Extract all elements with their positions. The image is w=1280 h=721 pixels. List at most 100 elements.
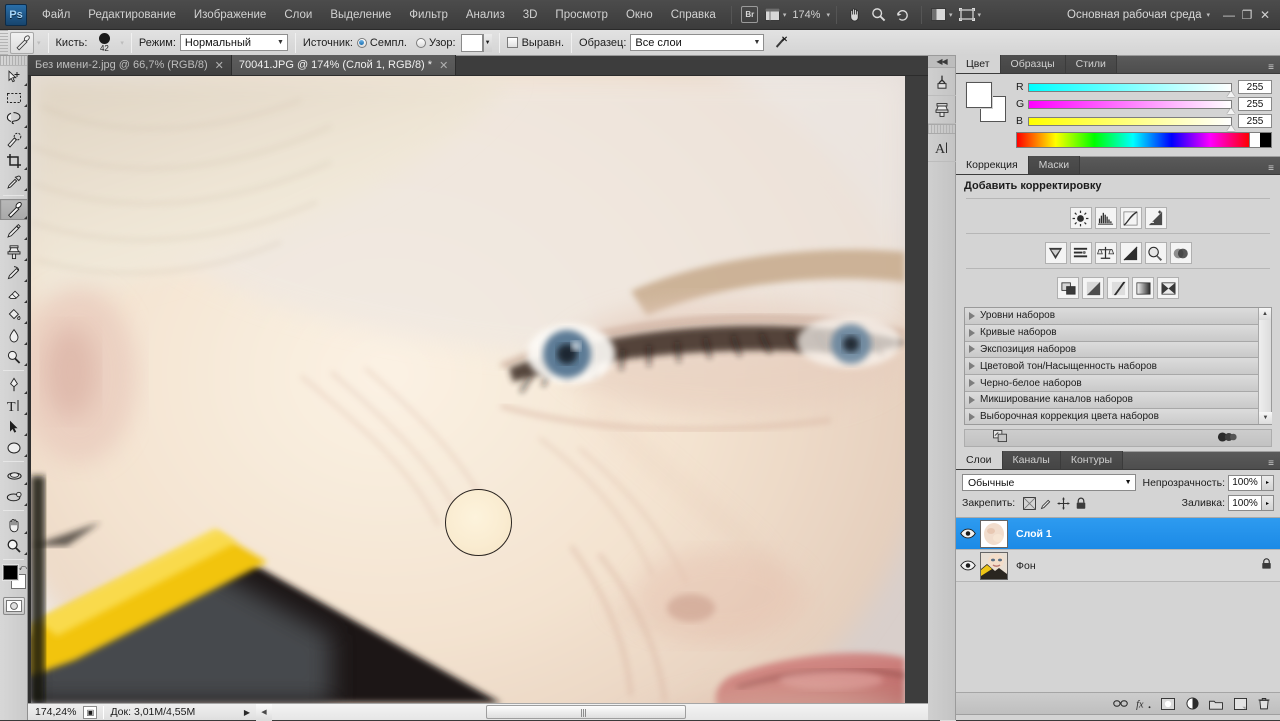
- tool-hand[interactable]: [0, 514, 28, 535]
- lock-transparency-button[interactable]: [1021, 495, 1038, 511]
- menu-help[interactable]: Справка: [662, 5, 725, 25]
- posterize-button[interactable]: [1082, 277, 1104, 299]
- menu-3d[interactable]: 3D: [514, 5, 547, 25]
- menu-filter[interactable]: Фильтр: [400, 5, 457, 25]
- tab-channels[interactable]: Каналы: [1003, 451, 1061, 469]
- menu-window[interactable]: Окно: [617, 5, 662, 25]
- layer-name[interactable]: Слой 1: [1016, 528, 1052, 540]
- pattern-swatch-picker[interactable]: ▼: [461, 34, 492, 52]
- delete-layer-button[interactable]: [1254, 695, 1274, 713]
- arrange-documents-button[interactable]: ▾: [930, 5, 954, 25]
- layer-thumbnail[interactable]: [980, 552, 1008, 580]
- dock-character-button[interactable]: A: [928, 134, 956, 162]
- layer-style-button[interactable]: fx: [1134, 695, 1154, 713]
- view-extras-button[interactable]: ▾: [764, 5, 788, 25]
- preset-selective-color[interactable]: Выборочная коррекция цвета наборов: [965, 409, 1258, 424]
- aligned-checkbox[interactable]: Выравн.: [507, 37, 564, 49]
- close-icon[interactable]: ✕: [439, 59, 448, 72]
- layer-row-1[interactable]: Слой 1: [956, 518, 1280, 550]
- slider-track-r[interactable]: [1028, 83, 1232, 92]
- mode-select[interactable]: Нормальный ▼: [180, 34, 288, 51]
- slider-track-b[interactable]: [1028, 117, 1232, 126]
- source-pattern-radio[interactable]: Узор:: [416, 37, 456, 49]
- document-tab-2[interactable]: 70041.JPG @ 174% (Слой 1, RGB/8) * ✕: [232, 55, 456, 75]
- expand-dock-button[interactable]: ◀◀: [928, 56, 955, 68]
- presets-scrollbar[interactable]: ▲ ▼: [1258, 308, 1271, 424]
- blend-mode-select[interactable]: Обычные ▼: [962, 474, 1136, 491]
- menu-select[interactable]: Выделение: [321, 5, 400, 25]
- preset-levels[interactable]: Уровни наборов: [965, 308, 1258, 325]
- horizontal-scroll-thumb[interactable]: [486, 705, 686, 719]
- channel-value-g[interactable]: 255: [1238, 97, 1272, 111]
- gradient-map-button[interactable]: [1132, 277, 1154, 299]
- fill-value[interactable]: 100%: [1228, 495, 1262, 511]
- tab-adjustments[interactable]: Коррекция: [956, 156, 1029, 174]
- vibrance-button[interactable]: [1045, 242, 1067, 264]
- hand-tool-button[interactable]: [845, 5, 865, 25]
- close-icon[interactable]: ✕: [215, 59, 224, 72]
- tool-blur[interactable]: [0, 325, 28, 346]
- invert-button[interactable]: [1057, 277, 1079, 299]
- tool-marquee[interactable]: [0, 87, 28, 108]
- tool-eraser[interactable]: [0, 283, 28, 304]
- preset-channel-mixer[interactable]: Микширование каналов наборов: [965, 392, 1258, 409]
- channel-value-b[interactable]: 255: [1238, 114, 1272, 128]
- slider-knob-b[interactable]: [1227, 125, 1235, 131]
- tab-paths[interactable]: Контуры: [1061, 451, 1123, 469]
- document-tab-1[interactable]: Без имени-2.jpg @ 66,7% (RGB/8) ✕: [28, 55, 232, 75]
- brush-chevron-down-icon[interactable]: ▾: [120, 39, 124, 47]
- tab-styles[interactable]: Стили: [1066, 55, 1117, 73]
- tool-dodge[interactable]: [0, 346, 28, 367]
- opacity-value[interactable]: 100%: [1228, 475, 1262, 491]
- tool-clone-stamp[interactable]: [0, 241, 28, 262]
- photo-filter-button[interactable]: [1145, 242, 1167, 264]
- menu-analysis[interactable]: Анализ: [457, 5, 514, 25]
- foreground-color-swatch[interactable]: [3, 565, 18, 580]
- opacity-stepper-icon[interactable]: ▸: [1262, 475, 1274, 491]
- fill-stepper-icon[interactable]: ▸: [1262, 495, 1274, 511]
- color-panel-foreground-swatch[interactable]: [966, 82, 992, 108]
- menu-file[interactable]: Файл: [33, 5, 79, 25]
- tab-masks[interactable]: Маски: [1029, 156, 1080, 174]
- toolbox-grip[interactable]: [0, 56, 27, 66]
- tool-brush[interactable]: [0, 220, 28, 241]
- tool-3d-rotate[interactable]: [0, 465, 28, 486]
- quick-mask-button[interactable]: [3, 597, 25, 615]
- sample-select[interactable]: Все слои ▼: [630, 34, 764, 51]
- image-viewport[interactable]: [31, 76, 905, 703]
- canvas-horizontal-scrollbar[interactable]: ◀ ▶: [256, 703, 956, 720]
- black-white-button[interactable]: [1120, 242, 1142, 264]
- swap-colors-icon[interactable]: ⤺: [18, 563, 27, 573]
- adjustment-presets-list[interactable]: Уровни наборов Кривые наборов Экспозиция…: [964, 307, 1272, 425]
- color-panel-swatches[interactable]: [966, 82, 1006, 122]
- zoom-chevron-down-icon[interactable]: ▾: [826, 11, 830, 19]
- restore-button[interactable]: ❐: [1238, 7, 1256, 23]
- dock-history-button[interactable]: [928, 68, 956, 96]
- curves-button[interactable]: [1120, 207, 1142, 229]
- tab-color[interactable]: Цвет: [956, 55, 1001, 73]
- workspace-chevron-down-icon[interactable]: ▾: [1206, 11, 1210, 19]
- slider-knob-r[interactable]: [1227, 91, 1235, 97]
- tool-type[interactable]: T: [0, 395, 28, 416]
- tool-gradient[interactable]: [0, 304, 28, 325]
- color-balance-button[interactable]: [1095, 242, 1117, 264]
- layer-visibility-toggle[interactable]: [956, 528, 980, 539]
- source-sample-radio[interactable]: Семпл.: [357, 37, 407, 49]
- screen-mode-button[interactable]: ▾: [958, 5, 983, 25]
- zoom-tool-button[interactable]: [869, 5, 889, 25]
- toggle-visibility-button[interactable]: [1217, 431, 1237, 446]
- status-zoom-value[interactable]: 174,24%: [28, 706, 83, 718]
- tool-zoom[interactable]: [0, 535, 28, 556]
- color-spectrum-bar[interactable]: [1016, 132, 1272, 148]
- tool-path-selection[interactable]: [0, 416, 28, 437]
- zoom-level-value[interactable]: 174%: [789, 9, 823, 21]
- lock-position-button[interactable]: [1055, 495, 1072, 511]
- rotate-view-button[interactable]: [893, 5, 913, 25]
- layer-name[interactable]: Фон: [1016, 560, 1036, 572]
- lock-all-button[interactable]: [1072, 495, 1089, 511]
- tool-pen[interactable]: [0, 374, 28, 395]
- layer-row-2[interactable]: Фон: [956, 550, 1280, 582]
- workspace-selector[interactable]: Основная рабочая среда: [1067, 9, 1203, 21]
- close-button[interactable]: ✕: [1256, 7, 1274, 23]
- tool-move[interactable]: [0, 66, 28, 87]
